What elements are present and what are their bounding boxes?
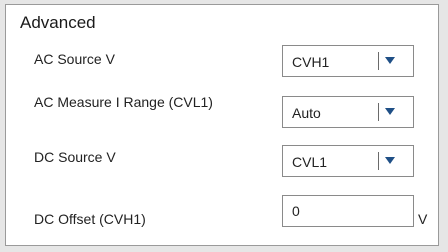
chevron-down-icon[interactable] xyxy=(385,108,395,115)
advanced-settings-panel: Advanced AC Source V CVH1 AC Measure I R… xyxy=(5,4,439,246)
ac-source-v-dropdown[interactable]: CVH1 xyxy=(282,45,414,77)
ac-source-v-value: CVH1 xyxy=(292,54,330,70)
dc-offset-unit: V xyxy=(418,211,428,227)
ac-source-v-label: AC Source V xyxy=(34,51,115,67)
dropdown-divider xyxy=(378,152,379,170)
dc-offset-input[interactable]: 0 xyxy=(282,195,414,227)
ac-measure-i-range-dropdown[interactable]: Auto xyxy=(282,96,414,128)
dc-source-v-dropdown[interactable]: CVL1 xyxy=(282,145,414,177)
ac-measure-i-range-label: AC Measure I Range (CVL1) xyxy=(34,94,213,110)
chevron-down-icon[interactable] xyxy=(385,57,395,64)
dc-offset-label: DC Offset (CVH1) xyxy=(34,211,146,227)
dc-offset-value: 0 xyxy=(292,203,300,219)
dropdown-divider xyxy=(378,103,379,121)
dropdown-divider xyxy=(378,52,379,70)
ac-measure-i-range-value: Auto xyxy=(292,105,321,121)
dc-source-v-label: DC Source V xyxy=(34,149,116,165)
chevron-down-icon[interactable] xyxy=(385,157,395,164)
section-title: Advanced xyxy=(20,13,96,32)
dc-source-v-value: CVL1 xyxy=(292,154,328,170)
